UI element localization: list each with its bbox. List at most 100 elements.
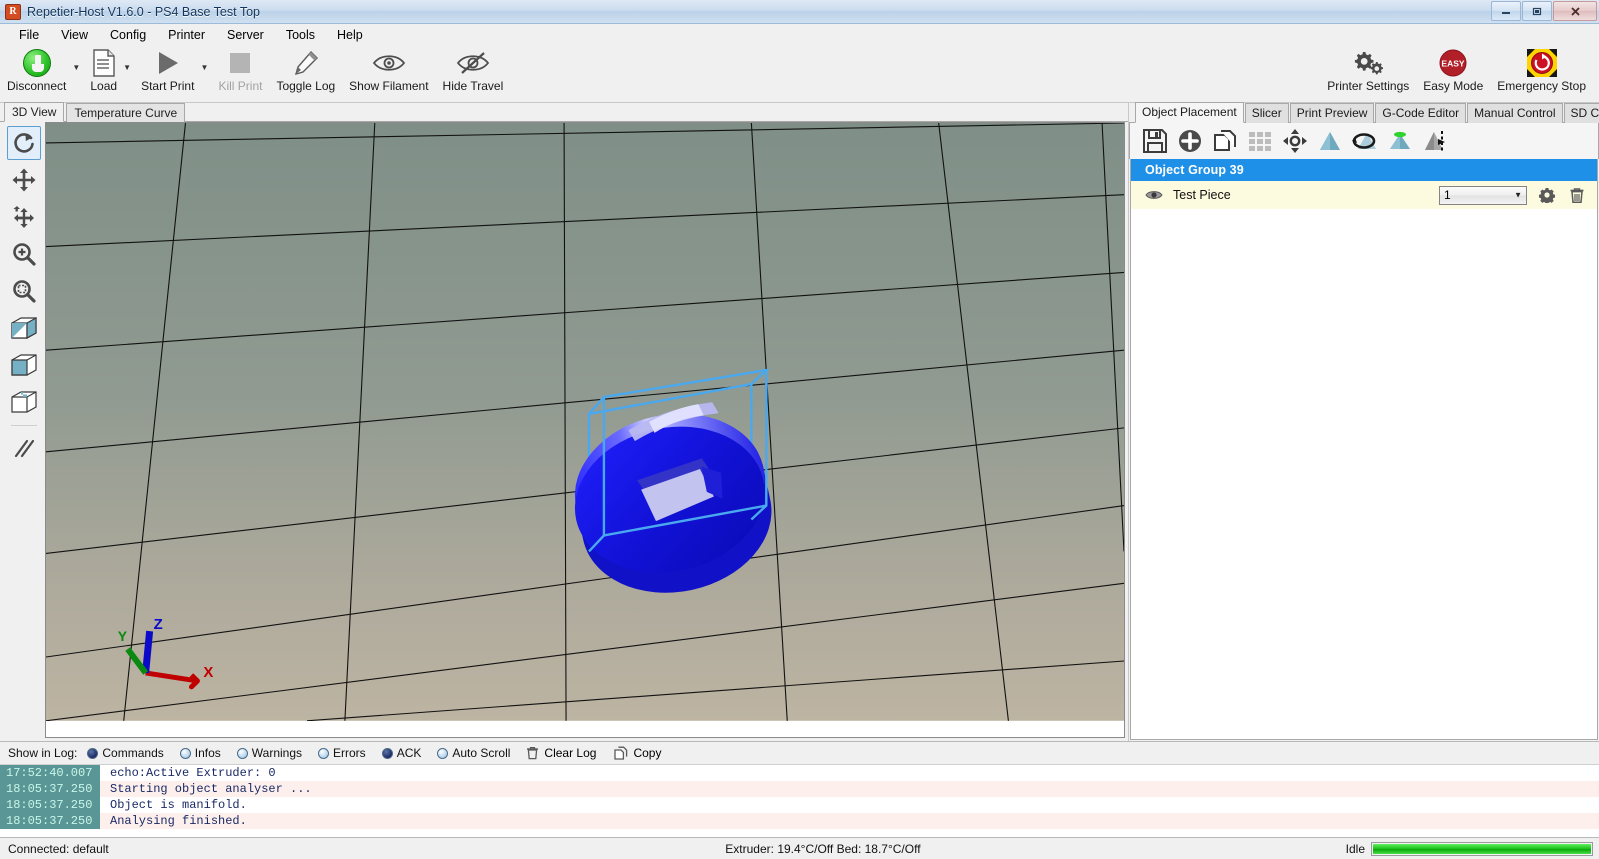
log-area: Show in Log: Commands Infos Warnings Err…	[0, 741, 1599, 837]
printer-settings-label: Printer Settings	[1327, 79, 1410, 93]
easy-mode-label: Easy Mode	[1423, 79, 1484, 93]
3d-scene: X Z Y	[46, 123, 1124, 721]
tab-3d-view[interactable]: 3D View	[4, 102, 65, 122]
tab-gcode-editor[interactable]: G-Code Editor	[1375, 103, 1467, 123]
3d-viewport[interactable]: X Z Y	[45, 122, 1125, 738]
radio-icon	[318, 747, 330, 759]
disconnect-label: Disconnect	[7, 79, 67, 93]
load-dropdown-icon[interactable]: ▼	[122, 63, 132, 72]
menu-item-help[interactable]: Help	[326, 26, 374, 44]
show-filament-button[interactable]: Show Filament	[342, 45, 435, 93]
object-list[interactable]: Object Group 39 Test Piece 1 ▼	[1130, 159, 1598, 740]
menu-item-tools[interactable]: Tools	[275, 26, 326, 44]
log-message: echo:Active Extruder: 0	[110, 766, 276, 780]
object-settings-gear-icon[interactable]	[1537, 187, 1557, 203]
log-filter-commands[interactable]: Commands	[87, 746, 164, 760]
view-mode-split-tool[interactable]	[7, 311, 41, 345]
object-name: Test Piece	[1173, 188, 1231, 202]
mirror-object-button[interactable]	[1418, 125, 1451, 157]
parallel-lines-tool[interactable]	[7, 432, 41, 466]
scale-object-button[interactable]	[1313, 125, 1346, 157]
zoom-tool[interactable]	[7, 237, 41, 271]
document-icon	[91, 48, 117, 78]
start-print-button[interactable]: Start Print	[134, 45, 201, 93]
clear-log-label: Clear Log	[544, 746, 597, 760]
printer-settings-button[interactable]: Printer Settings	[1320, 45, 1416, 93]
emergency-stop-icon	[1526, 48, 1558, 78]
tab-slicer[interactable]: Slicer	[1244, 103, 1289, 123]
object-list-item[interactable]: Test Piece 1 ▼	[1131, 181, 1597, 209]
tab-print-preview[interactable]: Print Preview	[1289, 103, 1375, 123]
kill-print-button[interactable]: Kill Print	[211, 45, 269, 93]
add-object-button[interactable]	[1173, 125, 1206, 157]
clear-log-button[interactable]: Clear Log	[526, 746, 596, 760]
lay-flat-button[interactable]	[1383, 125, 1416, 157]
log-filter-auto-scroll-label: Auto Scroll	[452, 746, 511, 760]
move-view-tool[interactable]	[7, 163, 41, 197]
view-mode-wireframe-tool[interactable]	[7, 385, 41, 419]
emergency-stop-button[interactable]: Emergency Stop	[1490, 45, 1593, 93]
copy-log-button[interactable]: Copy	[614, 746, 661, 760]
menu-item-config[interactable]: Config	[99, 26, 157, 44]
log-filter-warnings-label: Warnings	[251, 746, 303, 760]
object-count-dropdown[interactable]: 1 ▼	[1439, 185, 1527, 205]
svg-text:X: X	[203, 664, 213, 681]
view-mode-solid-tool[interactable]	[7, 348, 41, 382]
toggle-log-button[interactable]: Toggle Log	[269, 45, 342, 93]
menu-item-file[interactable]: File	[8, 26, 50, 44]
eye-icon[interactable]	[1145, 189, 1163, 201]
object-group-header[interactable]: Object Group 39	[1131, 159, 1597, 181]
log-timestamp: 18:05:37.250	[0, 781, 100, 797]
toolbar-right-group: Printer Settings EASY Easy Mode Emergenc…	[1320, 45, 1593, 93]
log-line: 17:52:40.007 echo:Active Extruder: 0	[0, 765, 1599, 781]
log-toolbar: Show in Log: Commands Infos Warnings Err…	[0, 741, 1599, 765]
radio-icon	[236, 747, 248, 759]
printer-state-label: Idle	[1345, 841, 1365, 856]
tab-sd-card[interactable]: SD Card	[1563, 103, 1599, 123]
toggle-log-label: Toggle Log	[276, 79, 336, 93]
tab-temperature-curve[interactable]: Temperature Curve	[66, 103, 186, 122]
status-bar: Connected: default Extruder: 19.4°C/Off …	[0, 837, 1599, 859]
start-print-dropdown-icon[interactable]: ▼	[199, 63, 209, 72]
disconnect-button[interactable]: Disconnect	[0, 45, 73, 93]
object-delete-trash-icon[interactable]	[1567, 187, 1587, 204]
pencil-icon	[292, 48, 320, 78]
log-filter-warnings[interactable]: Warnings	[236, 746, 303, 760]
save-object-button[interactable]	[1138, 125, 1171, 157]
log-filter-infos[interactable]: Infos	[179, 746, 221, 760]
log-filter-auto-scroll[interactable]: Auto Scroll	[437, 746, 510, 760]
minimize-icon[interactable]	[1491, 1, 1521, 21]
autoposition-grid-button[interactable]	[1243, 125, 1276, 157]
disconnect-dropdown-icon[interactable]: ▼	[71, 63, 81, 72]
center-object-button[interactable]	[1278, 125, 1311, 157]
rotate-view-tool[interactable]	[7, 126, 41, 160]
easy-mode-button[interactable]: EASY Easy Mode	[1416, 45, 1490, 93]
log-filter-ack[interactable]: ACK	[381, 746, 421, 760]
radio-icon	[179, 747, 191, 759]
rotate-object-button[interactable]	[1348, 125, 1381, 157]
load-button[interactable]: Load	[83, 45, 124, 93]
restore-icon[interactable]	[1522, 1, 1552, 21]
trash-icon	[526, 746, 539, 760]
emergency-stop-label: Emergency Stop	[1497, 79, 1586, 93]
show-filament-label: Show Filament	[349, 79, 429, 93]
log-output[interactable]: 17:52:40.007 echo:Active Extruder: 0 18:…	[0, 765, 1599, 837]
zoom-fit-tool[interactable]	[7, 274, 41, 308]
chevron-down-icon: ▼	[1514, 190, 1522, 200]
close-icon[interactable]	[1553, 1, 1597, 21]
copy-object-button[interactable]	[1208, 125, 1241, 157]
tab-object-placement[interactable]: Object Placement	[1135, 102, 1244, 123]
hide-travel-button[interactable]: Hide Travel	[436, 45, 511, 93]
show-in-log-label: Show in Log:	[8, 746, 78, 760]
object-count-value: 1	[1444, 188, 1451, 202]
menu-item-view[interactable]: View	[50, 26, 99, 44]
move-object-tool[interactable]	[7, 200, 41, 234]
menu-item-printer[interactable]: Printer	[157, 26, 216, 44]
svg-text:Y: Y	[118, 628, 128, 644]
menu-item-server[interactable]: Server	[216, 26, 275, 44]
radio-icon	[381, 747, 393, 759]
tab-manual-control[interactable]: Manual Control	[1467, 103, 1563, 123]
temperature-status: Extruder: 19.4°C/Off Bed: 18.7°C/Off	[725, 841, 921, 856]
stop-square-icon	[227, 48, 253, 78]
log-filter-errors[interactable]: Errors	[318, 746, 366, 760]
